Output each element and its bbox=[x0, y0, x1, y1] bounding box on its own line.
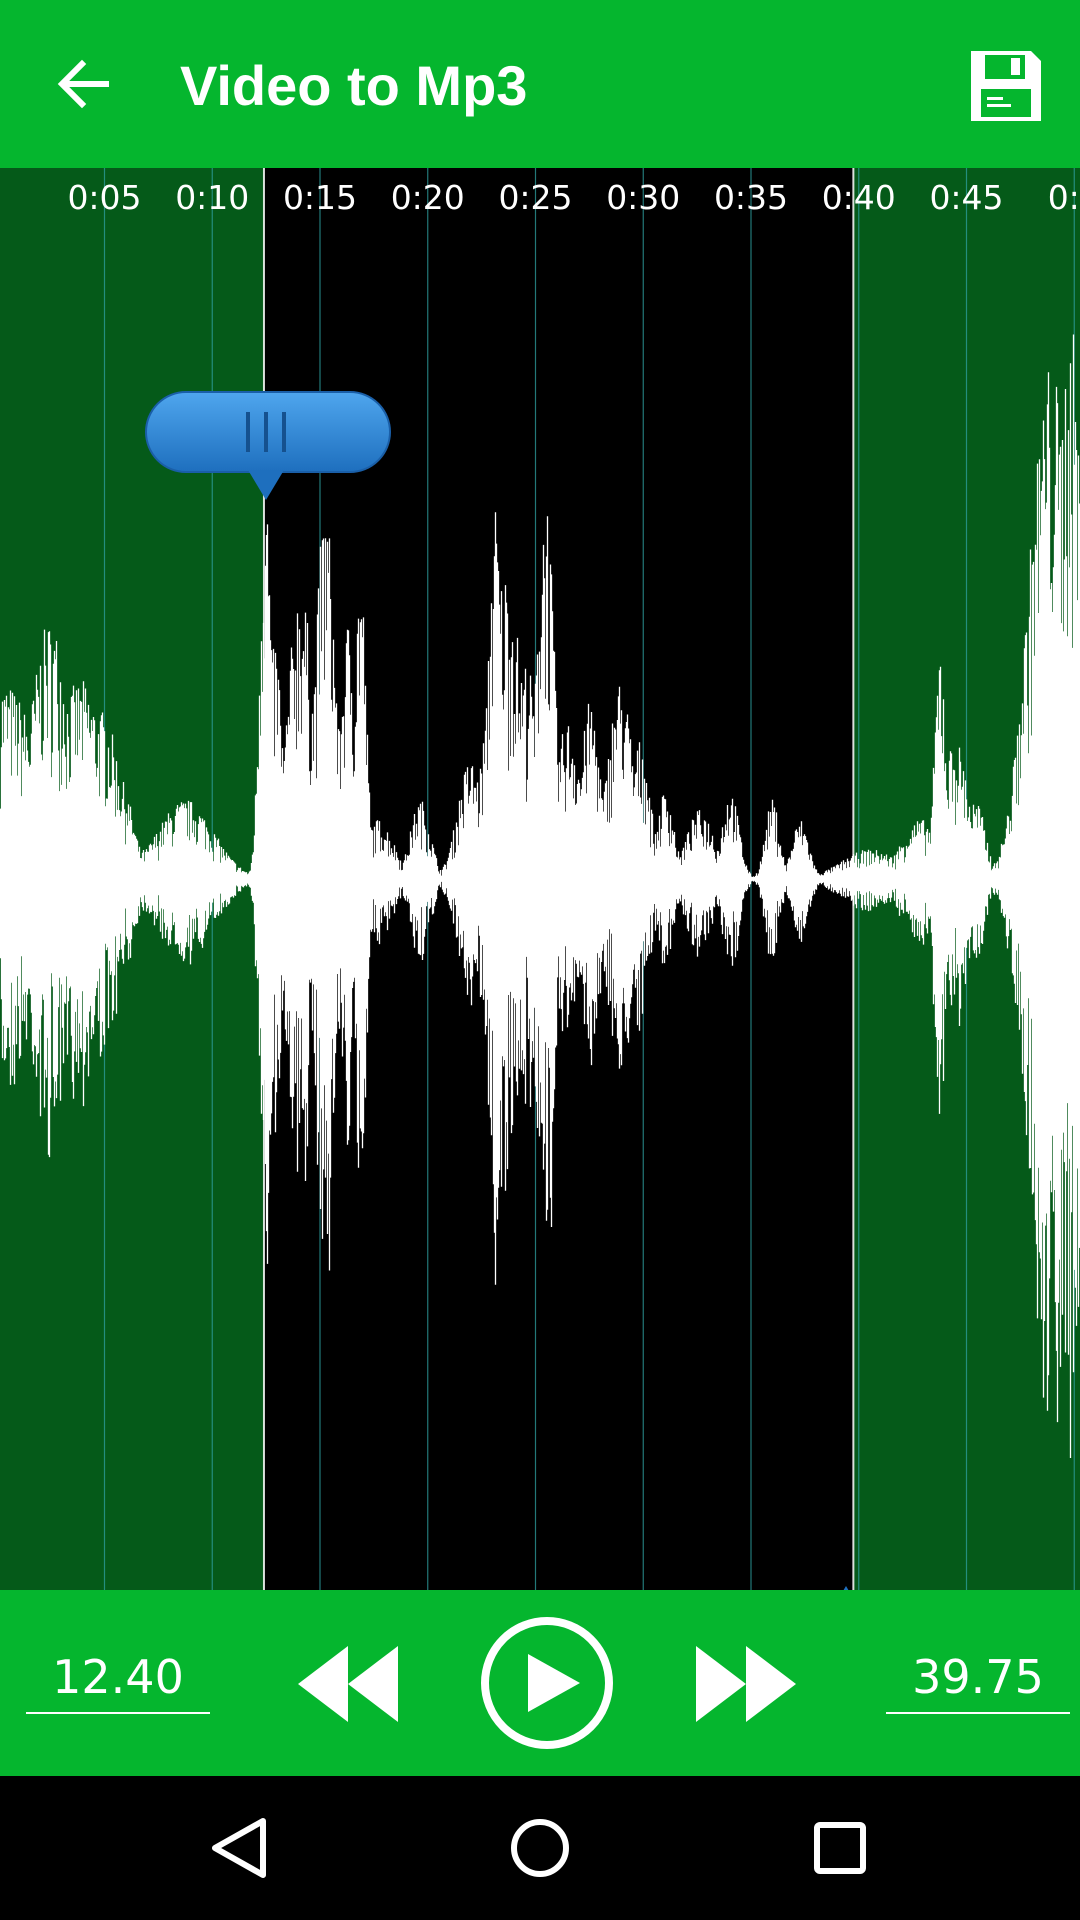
nav-back-button[interactable] bbox=[190, 1798, 290, 1898]
circle-home-icon bbox=[511, 1819, 569, 1877]
fast-forward-icon bbox=[696, 1646, 796, 1722]
nav-recents-button[interactable] bbox=[790, 1798, 890, 1898]
play-circle-icon bbox=[481, 1617, 613, 1749]
floppy-disk-icon bbox=[971, 51, 1041, 121]
playback-controls: 12.40 39.75 bbox=[0, 1590, 1080, 1776]
selection-start-handle[interactable] bbox=[144, 390, 392, 500]
waveform-canvas[interactable]: 0:05 0:10 0:15 0:20 0:25 0:30 0:35 0:40 0:45 0:5 bbox=[0, 168, 1080, 1590]
rewind-button[interactable] bbox=[292, 1634, 404, 1734]
end-time-field[interactable]: 39.75 bbox=[886, 1642, 1070, 1714]
square-recents-icon bbox=[814, 1822, 866, 1874]
back-button[interactable] bbox=[44, 44, 124, 124]
time-tick-label: 0:30 bbox=[606, 178, 680, 217]
time-tick-label: 0:45 bbox=[929, 178, 1003, 217]
fast-forward-button[interactable] bbox=[690, 1634, 802, 1734]
time-tick-label: 0:35 bbox=[714, 178, 788, 217]
nav-home-button[interactable] bbox=[490, 1798, 590, 1898]
play-button[interactable] bbox=[478, 1614, 616, 1752]
app-bar: Video to Mp3 bbox=[0, 0, 1080, 168]
time-tick-label: 0:40 bbox=[822, 178, 896, 217]
time-tick-label: 0:05 bbox=[67, 178, 141, 217]
grip-icon bbox=[145, 391, 391, 473]
time-tick-label: 0:20 bbox=[391, 178, 465, 217]
triangle-back-icon bbox=[212, 1818, 266, 1878]
time-tick-label: 0:10 bbox=[175, 178, 249, 217]
page-title: Video to Mp3 bbox=[180, 54, 528, 117]
time-tick-label: 0:15 bbox=[283, 178, 357, 217]
app-root: Video to Mp3 0:05 0:10 0:15 0:20 0:25 0:30 0:3… bbox=[0, 0, 1080, 1920]
start-pointer bbox=[248, 470, 284, 500]
arrow-left-icon bbox=[57, 59, 109, 109]
rewind-icon bbox=[298, 1646, 398, 1722]
start-time-field[interactable]: 12.40 bbox=[26, 1642, 210, 1714]
waveform-editor[interactable]: 0:05 0:10 0:15 0:20 0:25 0:30 0:35 0:40 0:45 0:5 bbox=[0, 168, 1080, 1590]
time-tick-label: 0:5 bbox=[1048, 178, 1080, 217]
system-nav-bar bbox=[0, 1776, 1080, 1920]
time-tick-label: 0:25 bbox=[498, 178, 572, 217]
save-button[interactable] bbox=[964, 44, 1048, 128]
